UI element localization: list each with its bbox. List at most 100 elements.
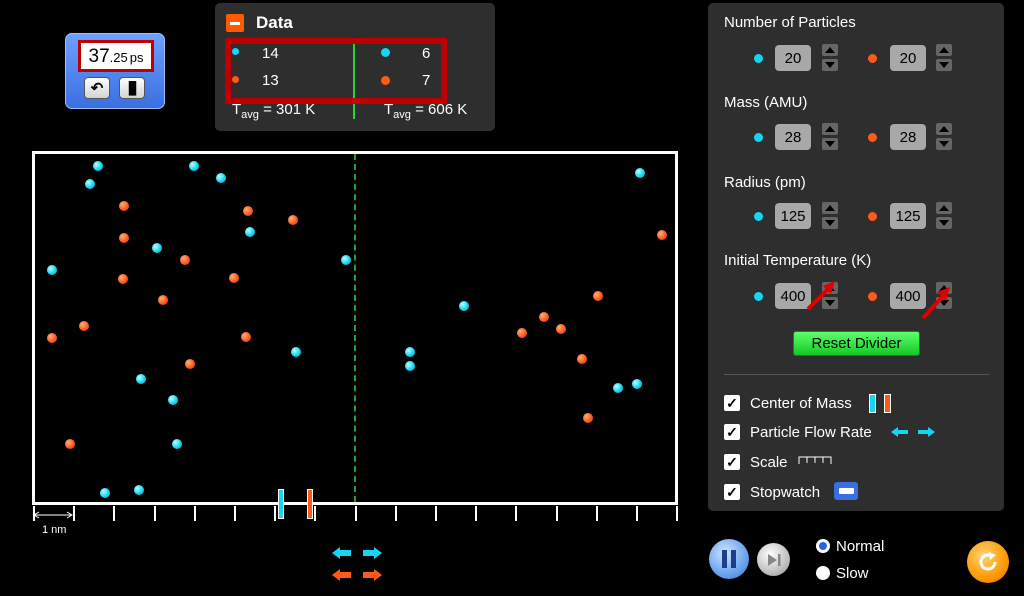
scale-tick <box>515 506 518 521</box>
data-panel-title: Data <box>256 13 293 32</box>
red-particle <box>119 201 129 211</box>
play-pause-button[interactable] <box>709 539 749 579</box>
red-particle <box>79 321 89 331</box>
red-radius-down-button[interactable] <box>936 217 952 229</box>
blue-com-legend-icon <box>869 394 876 413</box>
scale-tick <box>676 506 679 521</box>
blue-particle <box>93 161 103 171</box>
mass-label: Mass (AMU) <box>724 94 808 111</box>
red-particle <box>593 291 603 301</box>
blue-mass-down-button[interactable] <box>822 138 838 150</box>
scale-tick <box>636 506 638 521</box>
data-divider-inner <box>353 44 355 98</box>
radius-label: Radius (pm) <box>724 174 806 191</box>
scale-tick <box>394 506 397 521</box>
right-blue-count: 6 <box>422 45 431 62</box>
red-particle-icon <box>868 292 877 301</box>
stopwatch-reset-button[interactable]: ↶ <box>84 77 110 99</box>
left-tavg: Tavg = 301 K <box>232 101 316 121</box>
blue-mass-field[interactable]: 28 <box>775 124 811 150</box>
particle-flow-rate-checkbox[interactable]: ✓ <box>724 424 740 440</box>
reset-all-button[interactable] <box>967 541 1009 583</box>
scale-tick <box>234 506 236 521</box>
scale-legend-icon <box>798 456 832 464</box>
red-particle <box>517 328 527 338</box>
red-particle <box>243 206 253 216</box>
red-particle <box>556 324 566 334</box>
stopwatch-label: Stopwatch <box>750 484 821 501</box>
red-particle <box>583 413 593 423</box>
red-mass-up-button[interactable] <box>936 123 952 135</box>
blue-mass-up-button[interactable] <box>822 123 838 135</box>
right-blue-dot <box>381 48 390 57</box>
scale-checkbox[interactable]: ✓ <box>724 454 740 470</box>
normal-speed-radio[interactable] <box>816 539 830 553</box>
red-particle <box>229 273 239 283</box>
flow-rate-legend-icon <box>891 427 935 437</box>
slow-speed-radio[interactable] <box>816 566 830 580</box>
center-of-mass-checkbox[interactable]: ✓ <box>724 395 740 411</box>
left-blue-dot <box>232 48 239 55</box>
stopwatch-display: 37.25 ps <box>78 40 154 72</box>
reset-divider-button[interactable]: Reset Divider <box>793 331 920 356</box>
red-particle-icon <box>868 133 877 142</box>
red-particle-icon <box>868 212 877 221</box>
scale-tick <box>475 506 478 521</box>
scale-label: 1 nm <box>42 524 67 536</box>
pause-icon <box>722 550 736 568</box>
red-radius-field[interactable]: 125 <box>890 203 926 229</box>
scale-tick <box>435 506 437 521</box>
scale-tick <box>153 506 156 521</box>
red-count-up-button[interactable] <box>936 44 952 56</box>
red-radius-up-button[interactable] <box>936 202 952 214</box>
blue-particle <box>635 168 645 178</box>
stopwatch-seconds: 37 <box>88 46 110 67</box>
red-count-field[interactable]: 20 <box>890 45 926 71</box>
blue-radius-up-button[interactable] <box>822 202 838 214</box>
scale-label-checkbox: Scale <box>750 454 788 471</box>
blue-particle <box>459 301 469 311</box>
red-count-down-button[interactable] <box>936 59 952 71</box>
stopwatch-fraction: .25 <box>109 50 128 65</box>
red-particle <box>539 312 549 322</box>
blue-count-down-button[interactable] <box>822 59 838 71</box>
red-particle <box>288 215 298 225</box>
blue-radius-field[interactable]: 125 <box>775 203 811 229</box>
step-forward-button[interactable] <box>757 543 790 576</box>
red-particle-icon <box>868 54 877 63</box>
initial-temperature-label: Initial Temperature (K) <box>724 252 872 269</box>
scale-tick <box>73 506 76 521</box>
annotation-arrow-icon <box>806 281 835 311</box>
slow-speed-label: Slow <box>836 565 869 582</box>
scale-tick <box>595 506 598 521</box>
blue-particle-icon <box>754 292 763 301</box>
red-particle <box>47 333 57 343</box>
red-particle <box>119 233 129 243</box>
stopwatch-checkbox[interactable]: ✓ <box>724 484 740 500</box>
stopwatch-pause-button[interactable]: ▐▌ <box>119 77 145 99</box>
blue-flow-arrows-icon <box>332 547 382 559</box>
blue-particle <box>47 265 57 275</box>
divider-line[interactable] <box>354 154 356 502</box>
blue-particle <box>405 347 415 357</box>
blue-count-field[interactable]: 20 <box>775 45 811 71</box>
panel-separator <box>724 374 989 375</box>
blue-particle <box>172 439 182 449</box>
blue-particle <box>136 374 146 384</box>
blue-count-up-button[interactable] <box>822 44 838 56</box>
red-mass-down-button[interactable] <box>936 138 952 150</box>
red-particle <box>657 230 667 240</box>
particle-flow-rate-label: Particle Flow Rate <box>750 424 872 441</box>
scale-tick <box>113 506 116 521</box>
blue-particle <box>189 161 199 171</box>
red-mass-field[interactable]: 28 <box>890 124 926 150</box>
blue-radius-down-button[interactable] <box>822 217 838 229</box>
right-tavg: Tavg = 606 K <box>384 101 468 121</box>
red-com-legend-icon <box>884 394 891 413</box>
data-collapse-button[interactable] <box>226 14 244 32</box>
red-particle <box>65 439 75 449</box>
left-red-dot <box>232 76 239 83</box>
blue-particle-icon <box>754 212 763 221</box>
pause-icon: ▐▌ <box>124 81 140 95</box>
scale-tick <box>314 506 317 521</box>
